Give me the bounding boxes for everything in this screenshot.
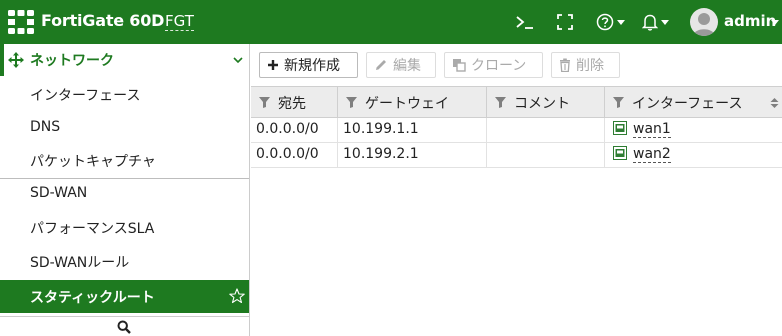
fortinet-logo-icon[interactable] (8, 10, 34, 34)
cli-icon[interactable] (515, 12, 537, 32)
filter-icon[interactable] (613, 97, 624, 108)
network-port-icon (613, 121, 627, 135)
interface-link[interactable]: wan2 (633, 146, 671, 163)
sidebar-item-label: スタティックルート (30, 290, 155, 306)
column-header-label: ゲートウェイ (365, 96, 449, 112)
column-header-interface[interactable]: インターフェース (605, 86, 782, 118)
sidebar-item-static-routes[interactable]: スタティックルート (0, 280, 249, 313)
top-bar: FortiGate 60D FGT admin (0, 0, 782, 44)
main-content: 新規作成 編集 クローン 削除 宛先 ゲートウェイ コメント インターフェース … (251, 44, 782, 336)
sidebar-item-label: インターフェース (30, 88, 141, 104)
sort-icon[interactable] (770, 98, 779, 108)
sidebar-section-network[interactable]: ネットワーク (0, 44, 249, 76)
delete-label: 削除 (576, 58, 604, 74)
table-row[interactable]: 0.0.0.0/0 10.199.1.1 wan1 (251, 118, 782, 143)
filter-icon[interactable] (259, 97, 270, 108)
cell-gateway: 10.199.1.1 (338, 118, 487, 143)
column-header-label: インターフェース (632, 96, 743, 112)
pencil-icon (374, 58, 388, 72)
sidebar: ネットワーク インターフェース DNS パケットキャプチャ SD-WAN パフォ… (0, 44, 250, 336)
chevron-down-icon (233, 57, 243, 64)
cell-destination: 0.0.0.0/0 (251, 118, 338, 143)
sidebar-item-label: DNS (30, 119, 61, 135)
cell-destination: 0.0.0.0/0 (251, 143, 338, 168)
cell-comment (487, 118, 605, 143)
chevron-down-icon (661, 19, 669, 25)
toolbar: 新規作成 編集 クローン 削除 (251, 44, 782, 86)
search-icon[interactable] (117, 320, 131, 334)
network-port-icon (613, 146, 627, 160)
column-header-gateway[interactable]: ゲートウェイ (338, 86, 487, 118)
cell-interface: wan1 (605, 118, 782, 143)
sidebar-item-interfaces[interactable]: インターフェース (0, 78, 249, 111)
trash-icon (559, 58, 571, 72)
chevron-down-icon (771, 20, 779, 25)
username-menu[interactable]: admin (724, 12, 776, 30)
create-new-label: 新規作成 (284, 58, 340, 74)
sidebar-item-sd-wan-rules[interactable]: SD-WANルール (0, 245, 249, 278)
edit-label: 編集 (393, 58, 421, 74)
sidebar-item-packet-capture[interactable]: パケットキャプチャ (0, 144, 249, 177)
column-header-label: 宛先 (278, 96, 306, 112)
fullscreen-icon[interactable] (557, 12, 575, 32)
move-icon (8, 52, 24, 68)
filter-icon[interactable] (346, 97, 357, 108)
device-model: FortiGate 60D (41, 11, 165, 30)
sidebar-search[interactable] (0, 316, 249, 336)
bell-icon[interactable] (642, 12, 672, 32)
delete-button[interactable]: 削除 (551, 52, 620, 78)
cell-gateway: 10.199.2.1 (338, 143, 487, 168)
clone-label: クローン (471, 58, 527, 74)
table-row[interactable]: 0.0.0.0/0 10.199.2.1 wan2 (251, 143, 782, 168)
sidebar-item-dns[interactable]: DNS (0, 112, 249, 145)
help-icon[interactable] (596, 12, 626, 32)
hostname-link[interactable]: FGT (165, 12, 194, 31)
sidebar-section-label: ネットワーク (30, 53, 114, 69)
sidebar-item-label: SD-WAN (30, 185, 88, 201)
column-header-destination[interactable]: 宛先 (251, 86, 338, 118)
interface-link[interactable]: wan1 (633, 121, 671, 138)
sidebar-item-sd-wan[interactable]: SD-WAN (0, 178, 249, 211)
create-new-button[interactable]: 新規作成 (259, 52, 358, 78)
chevron-down-icon (617, 19, 625, 25)
star-icon[interactable] (229, 288, 245, 304)
sidebar-item-label: パフォーマンスSLA (30, 221, 155, 237)
cell-interface: wan2 (605, 143, 782, 168)
sidebar-item-label: SD-WANルール (30, 255, 130, 271)
avatar[interactable] (690, 8, 718, 36)
sidebar-item-label: パケットキャプチャ (30, 154, 156, 170)
column-header-label: コメント (514, 96, 570, 112)
column-header-comment[interactable]: コメント (487, 86, 605, 118)
clone-button[interactable]: クローン (444, 52, 543, 78)
edit-button[interactable]: 編集 (366, 52, 436, 78)
filter-icon[interactable] (495, 97, 506, 108)
clone-icon (452, 58, 466, 72)
cell-comment (487, 143, 605, 168)
sidebar-item-performance-sla[interactable]: パフォーマンスSLA (0, 211, 249, 244)
plus-icon (267, 59, 279, 71)
